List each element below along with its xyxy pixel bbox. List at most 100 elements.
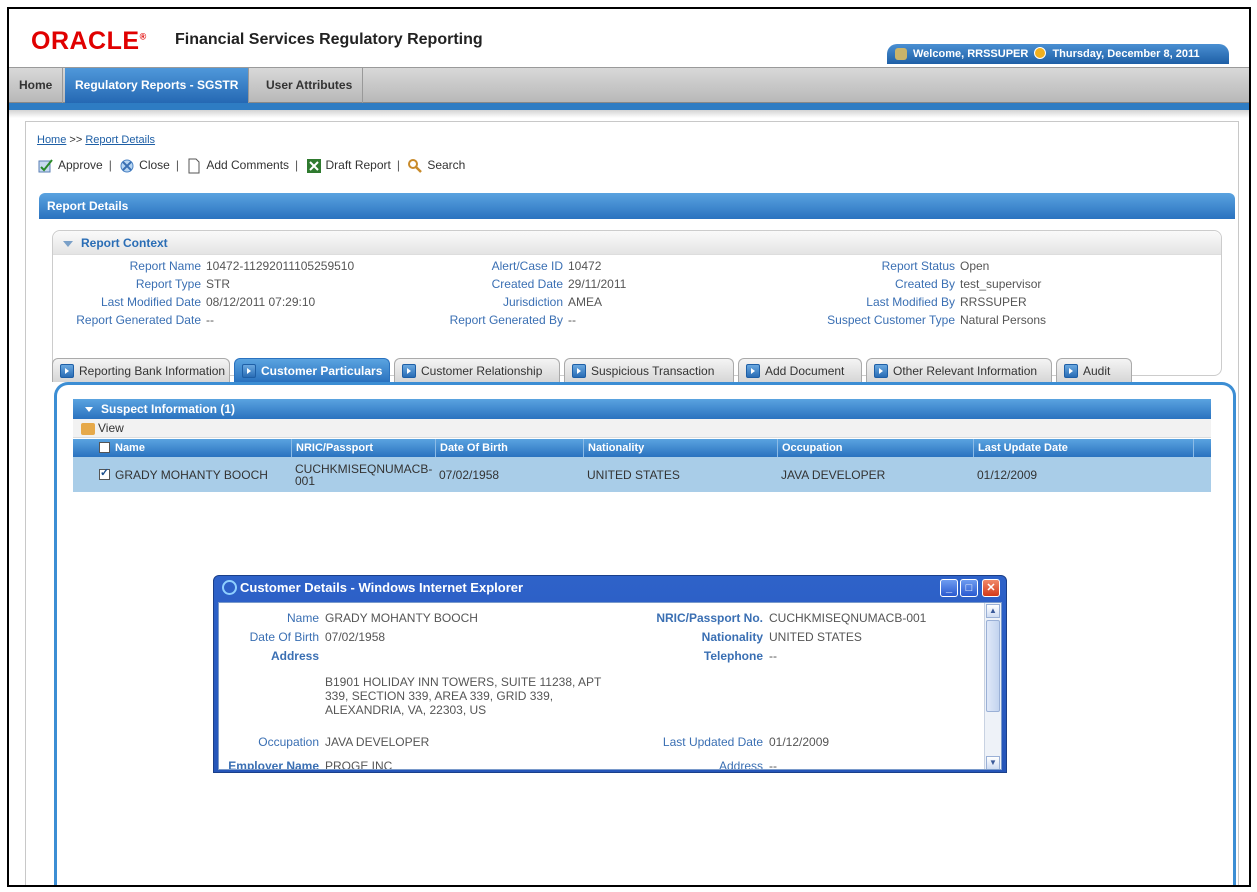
nav-home[interactable]: Home [9,68,64,103]
tab-arrow-icon [1064,364,1078,378]
tab-other-relevant-information[interactable]: Other Relevant Information [866,358,1052,382]
breadcrumb-separator: >> [69,134,83,146]
collapse-icon [85,407,93,413]
collapse-icon [63,240,73,247]
cell-occupation: JAVA DEVELOPER [781,467,886,482]
table-row[interactable]: GRADY MOHANTY BOOCH CUCHKMISEQNUMACB-001… [73,457,1211,492]
popup-field-occupation: Occupation JAVA DEVELOPER [258,735,430,749]
close-icon [120,159,134,173]
field-suspect-customer-type: Suspect Customer Type Natural Persons [827,313,1047,327]
row-checkbox[interactable] [99,467,110,480]
tab-reporting-bank-information[interactable]: Reporting Bank Information [52,358,230,382]
approve-icon [38,159,53,173]
document-icon [188,158,200,174]
tab-arrow-icon [60,364,74,378]
app-header: ORACLE® Financial Services Regulatory Re… [9,9,1249,67]
breadcrumb-current[interactable]: Report Details [85,134,155,146]
popup-scrollbar[interactable]: ▲ ▼ [984,603,1001,769]
breadcrumb-home[interactable]: Home [37,134,66,146]
draft-report-button[interactable]: Draft Report [306,158,391,174]
user-icon [895,48,907,60]
welcome-text: Welcome, RRSSUPER [913,48,1029,60]
popup-titlebar[interactable]: Customer Details - Windows Internet Expl… [218,576,1002,600]
col-occupation[interactable]: Occupation [777,439,973,457]
popup-field-last-updated-date: Last Updated Date 01/12/2009 [662,735,830,749]
field-last-modified-date: Last Modified Date 08/12/2011 07:29:10 [100,295,316,309]
col-nric-passport[interactable]: NRIC/Passport [291,439,435,457]
field-report-generated-by: Report Generated By -- [449,313,576,327]
field-last-modified-by: Last Modified By RRSSUPER [866,295,1027,309]
cell-nationality: UNITED STATES [587,467,680,482]
maximize-button[interactable]: □ [960,579,978,597]
tab-arrow-icon [242,364,256,378]
welcome-banner: Welcome, RRSSUPER Thursday, December 8, … [887,44,1229,64]
search-button[interactable]: Search [407,158,465,174]
view-button[interactable]: View [81,421,124,435]
field-created-date: Created Date 29/11/2011 [491,277,627,291]
scroll-up-icon[interactable]: ▲ [986,604,1000,618]
cell-nric: CUCHKMISEQNUMACB-001 [295,461,433,488]
action-toolbar: Approve | Close | Add Comments | Draft R… [38,158,467,174]
approve-button[interactable]: Approve [38,158,103,174]
field-created-by: Created By test_supervisor [894,277,1042,291]
tab-arrow-icon [402,364,416,378]
excel-icon [306,159,321,173]
suspect-grid-header: Name NRIC/Passport Date Of Birth Nationa… [73,439,1211,457]
tab-suspicious-transaction[interactable]: Suspicious Transaction [564,358,734,382]
report-context-panel: Report Context Report Name 10472-11292011… [52,230,1222,376]
popup-field-address-label: Address [270,649,319,663]
current-date: Thursday, December 8, 2011 [1052,48,1200,60]
popup-title: Customer Details - Windows Internet Expl… [240,580,524,595]
scroll-down-icon[interactable]: ▼ [986,756,1000,769]
tab-arrow-icon [746,364,760,378]
view-icon [81,422,95,435]
tab-customer-particulars[interactable]: Customer Particulars [234,358,390,382]
nav-user-attributes[interactable]: User Attributes [256,68,364,103]
popup-field-name: Name GRADY MOHANTY BOOCH [286,611,478,625]
field-report-type: Report Type STR [135,277,230,291]
field-jurisdiction: Jurisdiction AMEA [502,295,603,309]
customer-details-window: Customer Details - Windows Internet Expl… [213,575,1007,773]
oracle-logo: ORACLE® [31,27,147,55]
minimize-button[interactable]: _ [940,579,958,597]
app-title: Financial Services Regulatory Reporting [175,31,483,48]
tab-customer-relationship[interactable]: Customer Relationship [394,358,560,382]
grid-end-col [1193,439,1211,457]
tab-arrow-icon [874,364,888,378]
tab-add-document[interactable]: Add Document [738,358,862,382]
col-name[interactable]: Name [111,439,291,457]
popup-field-dob: Date Of Birth 07/02/1958 [249,630,386,644]
cell-dob: 07/02/1958 [439,467,500,482]
tab-arrow-icon [572,364,586,378]
popup-field-nric: NRIC/Passport No. CUCHKMISEQNUMACB-001 [656,611,927,625]
tab-audit[interactable]: Audit [1056,358,1132,382]
field-report-status: Report Status Open [881,259,990,273]
col-nationality[interactable]: Nationality [583,439,777,457]
suspect-information-header[interactable]: Suspect Information (1) [73,399,1211,419]
field-alert-case-id: Alert/Case ID 10472 [491,259,602,273]
select-all-checkbox[interactable] [99,442,110,453]
popup-content: Name GRADY MOHANTY BOOCH Date Of Birth 07/… [218,602,1002,770]
add-comments-button[interactable]: Add Comments [186,158,289,174]
popup-field-address-value: B1901 HOLIDAY INN TOWERS, SUITE 11238, A… [325,675,602,717]
breadcrumb: Home >> Report Details [37,134,155,146]
nav-underline [9,103,1249,110]
browser-frame: ORACLE® Financial Services Regulatory Re… [7,7,1251,887]
ie-icon [222,580,237,595]
popup-field-employer-name: Employer Name PROGE INC [228,759,393,770]
close-button[interactable]: Close [119,158,170,174]
clock-icon [1034,47,1047,59]
nav-shadow [9,110,1249,118]
col-date-of-birth[interactable]: Date Of Birth [435,439,583,457]
col-last-update-date[interactable]: Last Update Date [973,439,1193,457]
main-nav: Home Regulatory Reports - SGSTR User Att… [9,67,1249,103]
popup-field-nationality: Nationality UNITED STATES [701,630,862,644]
suspect-toolbar: View [73,419,1211,438]
popup-field-employer-address: Address -- [718,759,777,770]
scroll-thumb[interactable] [986,620,1000,712]
section-header: Report Details [39,193,1235,219]
window-close-button[interactable]: ✕ [982,579,1000,597]
field-report-generated-date: Report Generated Date -- [76,313,214,327]
report-context-header[interactable]: Report Context [53,231,1221,255]
nav-regulatory-reports[interactable]: Regulatory Reports - SGSTR [65,68,250,103]
